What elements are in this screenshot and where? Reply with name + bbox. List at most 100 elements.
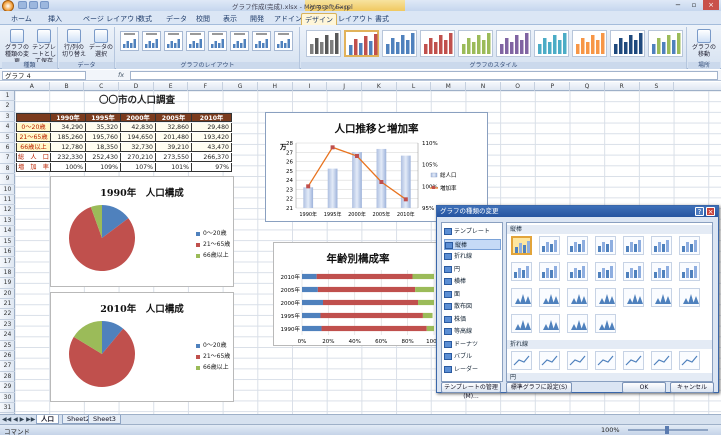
row-header-7[interactable]: 7 [0,153,15,164]
row-header-15[interactable]: 15 [0,237,15,247]
row-header-27[interactable]: 27 [0,361,15,372]
table-cell[interactable]: 270,210 [121,153,156,162]
chart-type-line[interactable] [623,351,644,370]
table-cell[interactable]: 193,420 [192,133,232,142]
col-header-K[interactable]: K [362,82,397,91]
chart-type-column[interactable] [511,262,532,281]
col-header-P[interactable]: P [536,82,571,91]
pie-chart-2010[interactable]: 2010年 人口構成 0～20歳 21～65歳 66歳以上 [50,292,234,402]
col-header-D[interactable]: D [119,82,154,91]
bar-segment[interactable] [302,312,321,319]
sheet-tab-0[interactable]: 人口 [36,415,59,424]
redo-icon[interactable] [40,1,49,9]
table-cell[interactable]: 100% [51,163,86,172]
chart-layout-1[interactable] [120,31,139,51]
chart-type-line[interactable] [567,351,588,370]
table-cell[interactable]: 101% [156,163,192,172]
close-button[interactable]: × [703,0,719,10]
chart-type-cone[interactable] [539,288,560,307]
chart-category-9[interactable]: ドーナツ [444,339,501,350]
col-header-L[interactable]: L [397,82,432,91]
name-box[interactable]: グラフ 4 [2,71,86,80]
bar-segment[interactable] [422,312,433,319]
table-cell[interactable]: 29,480 [192,123,232,132]
chart-style-8[interactable] [572,30,607,57]
chart-category-6[interactable]: 散布図 [444,301,501,312]
chart-type-cone[interactable] [595,288,616,307]
chart-type-column[interactable] [511,236,532,255]
chart-style-5[interactable] [458,30,493,57]
row-header-4[interactable]: 4 [0,122,15,133]
formula-input[interactable] [130,71,718,80]
tab-11[interactable]: 書式 [372,13,392,25]
dialog-close-icon[interactable]: × [706,207,715,216]
tab-8[interactable]: アドイン [271,13,305,25]
bar-segment[interactable] [320,312,423,319]
col-header-M[interactable]: M [431,82,467,91]
table-cell[interactable]: 39,210 [156,143,192,152]
sheet-tab-2[interactable]: Sheet3 [88,415,121,424]
col-header-Q[interactable]: Q [570,82,605,91]
bar-segment[interactable] [321,325,427,332]
chart-layout-3[interactable] [164,31,183,51]
row-header-1[interactable]: 1 [0,91,15,102]
chart-layout-4[interactable] [186,31,205,51]
row-header-3[interactable]: 3 [0,112,15,123]
col-header-S[interactable]: S [640,82,675,91]
col-header-R[interactable]: R [605,82,640,91]
bar-segment[interactable] [302,286,318,293]
chart-category-11[interactable]: レーダー [444,364,501,375]
chart-type-cone[interactable] [651,288,672,307]
chart-type-column[interactable] [595,262,616,281]
bar-segment[interactable] [426,325,434,332]
col-header-H[interactable]: H [258,82,293,91]
table-cell[interactable]: 43,470 [192,143,232,152]
tab-7[interactable]: 開発 [247,13,267,25]
chart-style-2[interactable] [344,30,379,57]
row-header-20[interactable]: 20 [0,289,15,299]
chart-style-1[interactable] [306,30,341,57]
chart-type-line[interactable] [651,351,672,370]
chart-type-cone[interactable] [567,288,588,307]
save-as-template-button[interactable]: テンプレートとして保存 [31,29,57,65]
table-cell[interactable]: 273,550 [156,153,192,162]
save-icon[interactable] [18,1,27,9]
chart-style-3[interactable] [382,30,417,57]
help-icon[interactable]: ? [695,207,704,216]
chart-category-5[interactable]: 面 [444,289,501,300]
chart-type-cone[interactable] [595,314,616,333]
tab-9[interactable]: デザイン [301,13,337,25]
table-cell[interactable]: 185,260 [51,133,86,142]
row-header-10[interactable]: 10 [0,185,15,195]
chart-type-cone[interactable] [567,314,588,333]
row-header-24[interactable]: 24 [0,330,15,341]
tab-10[interactable]: レイアウト [335,13,376,25]
table-cell[interactable]: 32,860 [156,123,192,132]
bar-segment[interactable] [418,299,434,306]
chart-type-column[interactable] [623,262,644,281]
col-header-G[interactable]: G [223,82,258,91]
bar-segment[interactable] [412,273,434,280]
row-header-5[interactable]: 5 [0,133,15,143]
table-cell[interactable]: 107% [121,163,156,172]
select-data-button[interactable]: データの選択 [88,29,114,58]
undo-icon[interactable] [29,1,38,9]
table-cell[interactable]: 232,330 [51,153,86,162]
chart-layout-8[interactable] [274,31,293,51]
chart-category-1[interactable]: 縦棒 [444,238,501,250]
col-header-C[interactable]: C [84,82,120,91]
chart-type-cone[interactable] [623,288,644,307]
chart-type-column[interactable] [679,236,700,255]
table-cell[interactable]: 35,320 [86,123,121,132]
restore-button[interactable]: ▫ [686,0,702,10]
row-header-23[interactable]: 23 [0,320,15,331]
row-header-31[interactable]: 31 [0,403,15,414]
chart-category-4[interactable]: 横棒 [444,276,501,287]
chart-style-6[interactable] [496,30,531,57]
row-header-19[interactable]: 19 [0,278,15,289]
bar-segment[interactable] [415,286,434,293]
row-header-11[interactable]: 11 [0,195,15,206]
row-header-2[interactable]: 2 [0,101,15,112]
chart-type-line[interactable] [539,351,560,370]
table-cell[interactable]: 97% [192,163,232,172]
